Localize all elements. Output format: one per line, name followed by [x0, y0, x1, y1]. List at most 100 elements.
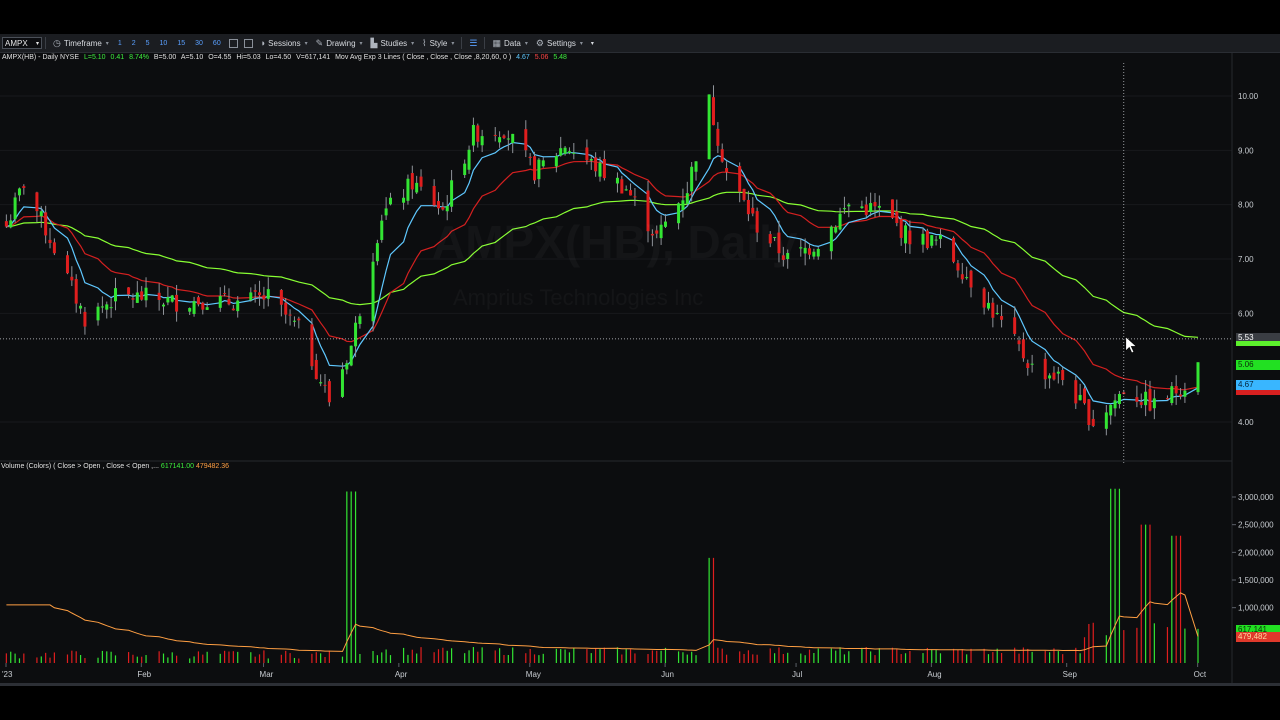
chart-area[interactable]: 10.00 9.00 8.00 7.00 6.00 4.00 3,000,000 2,500,…: [0, 53, 1280, 683]
price-chart[interactable]: 10.00 9.00 8.00 7.00 6.00 4.00 3,000,000 2,500,…: [0, 53, 1280, 683]
chevron-down-icon[interactable]: ▾: [36, 38, 39, 50]
data-menu[interactable]: ▦ Data ▾: [488, 35, 531, 51]
candle-body: [594, 157, 598, 172]
data-label: Data: [503, 38, 521, 48]
candle-body: [1148, 388, 1152, 411]
candle-body: [1074, 380, 1078, 404]
legend-instrument: AMPX(HB) - Daily NYSE: [2, 54, 80, 61]
candle-body: [711, 97, 715, 126]
timeframe-1[interactable]: 1: [113, 40, 127, 47]
studies-icon: ▙: [370, 37, 378, 48]
timeframe-menu[interactable]: ◷ Timeframe ▾: [49, 35, 113, 51]
candle-body: [35, 192, 39, 212]
timeframe-30[interactable]: 30: [190, 40, 208, 47]
candle-body: [1052, 372, 1056, 380]
candle-body: [380, 220, 384, 240]
settings-menu[interactable]: ⚙ Settings ▾: [532, 35, 587, 51]
list-icon[interactable]: ☰: [469, 38, 477, 49]
symbol-input[interactable]: AMPX ▾: [2, 37, 42, 49]
candle-body: [432, 185, 436, 206]
candle-body: [511, 133, 515, 144]
candle-body: [131, 298, 135, 300]
candle-body: [231, 308, 235, 311]
candle-body: [965, 277, 969, 279]
candle-body: [982, 288, 986, 308]
candle-body: [716, 128, 720, 146]
ema-20-line: [6, 160, 1199, 391]
candle-body: [70, 276, 74, 281]
drawing-menu[interactable]: ✎ Drawing ▾: [312, 35, 367, 51]
candle-body: [445, 206, 449, 212]
style-menu[interactable]: ⌇ Style ▾: [418, 35, 458, 51]
timeframe-60[interactable]: 60: [208, 40, 226, 47]
candle-body: [506, 138, 510, 140]
candle-body: [1144, 391, 1148, 406]
legend-ma-label: Mov Avg Exp 3 Lines ( Close , Close , Cl…: [335, 54, 512, 61]
calendar-icon[interactable]: [243, 38, 253, 48]
candle-body: [371, 261, 375, 322]
candle-body: [829, 226, 833, 252]
candle-body: [1056, 371, 1060, 374]
chevron-down-icon: ▾: [451, 40, 455, 47]
time-axis-label: Mar: [260, 670, 274, 679]
toolbar-divider: [484, 37, 486, 49]
candle-body: [1091, 418, 1095, 426]
candle-body: [345, 363, 349, 370]
clock-icon: ◷: [53, 37, 61, 48]
candle-body: [227, 298, 231, 305]
timeframe-10[interactable]: 10: [155, 40, 173, 47]
candle-body: [127, 287, 131, 295]
candle-body: [720, 149, 724, 162]
candle-body: [109, 307, 113, 309]
candle-body: [319, 382, 323, 384]
timeframe-15[interactable]: 15: [172, 40, 190, 47]
candle-body: [83, 311, 87, 327]
slow-ma-badge: [1236, 341, 1280, 346]
candle-body: [1021, 339, 1025, 359]
candle-body: [157, 292, 161, 300]
candle-body: [258, 292, 262, 296]
sessions-menu[interactable]: ◑ Sessions ▾: [256, 35, 312, 51]
volume-legend-label: Volume (Colors) ( Close > Open , Close <…: [1, 463, 159, 470]
studies-menu[interactable]: ▙ Studies ▾: [367, 35, 419, 51]
overflow-chevron-icon[interactable]: ▾: [591, 40, 594, 47]
candle-body: [175, 294, 179, 312]
candle-body: [925, 230, 929, 249]
candle-body: [1179, 394, 1183, 397]
candle-body: [685, 193, 689, 204]
time-axis-label: Jul: [792, 670, 802, 679]
candle-body: [436, 201, 440, 209]
candle-body: [1135, 397, 1139, 402]
candle-body: [812, 251, 816, 257]
candle-body: [354, 322, 358, 347]
candle-body: [895, 211, 899, 224]
volume-tick-label: 3,000,000: [1238, 493, 1274, 502]
candle-body: [13, 197, 17, 220]
candle-body: [314, 359, 318, 380]
watermark-title: AMPX(HB), Daily: [432, 215, 797, 269]
candle-body: [140, 291, 144, 300]
candle-body: [930, 235, 934, 246]
legend-open: O=4.55: [208, 54, 232, 61]
candle-body: [476, 125, 480, 142]
chevron-down-icon: ▾: [411, 40, 415, 47]
candle-body: [751, 207, 755, 214]
horizontal-scrollbar[interactable]: [0, 683, 1280, 686]
timeframe-2[interactable]: 2: [127, 40, 141, 47]
price-tick-label: 6.00: [1238, 309, 1254, 318]
timeframe-5[interactable]: 5: [141, 40, 155, 47]
candle-body: [1087, 399, 1091, 426]
candle-body: [113, 288, 117, 302]
candle-body: [1083, 388, 1087, 404]
legend-change: 0.41: [110, 54, 125, 61]
candle-body: [262, 295, 266, 300]
layout-icon[interactable]: [228, 38, 238, 48]
candle-body: [681, 200, 685, 211]
candle-body: [842, 208, 846, 210]
candle-body: [620, 179, 624, 194]
candle-body: [991, 302, 995, 318]
candle-body: [96, 306, 100, 321]
candle-body: [572, 152, 576, 154]
candle-body: [1048, 375, 1052, 379]
candle-body: [450, 180, 454, 207]
